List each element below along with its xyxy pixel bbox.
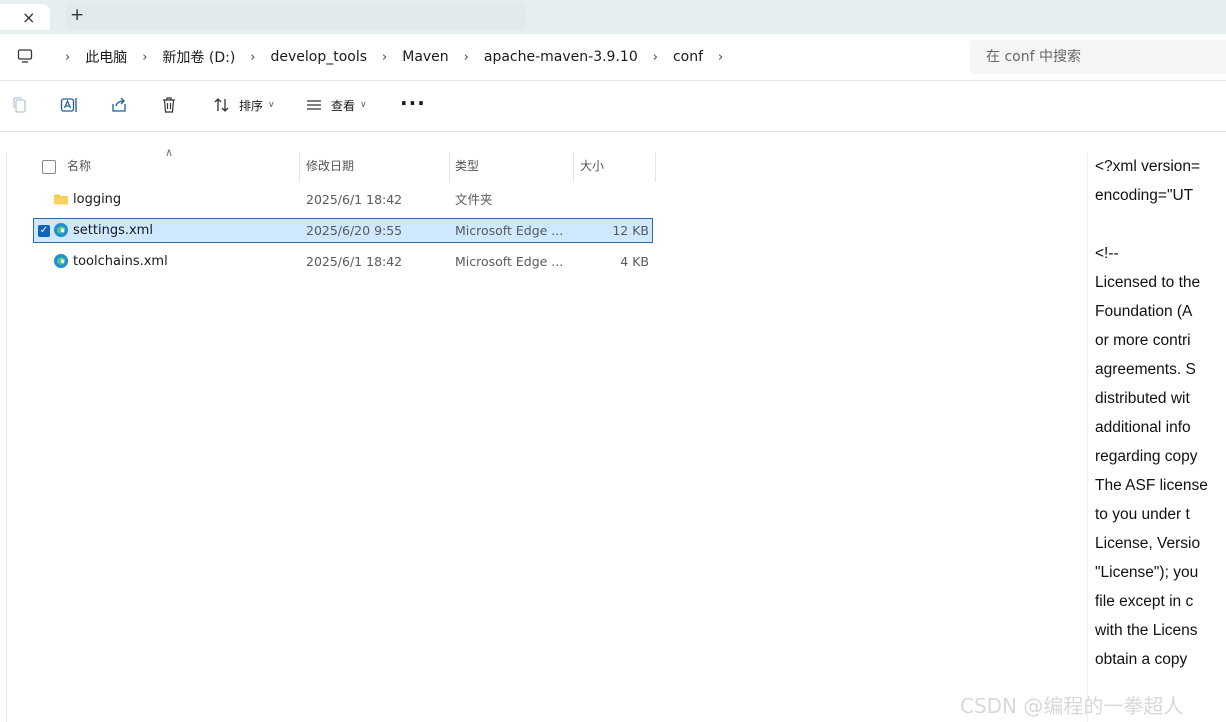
rename-icon bbox=[60, 96, 78, 114]
edge-icon bbox=[53, 222, 69, 242]
chevron-right-icon[interactable]: › bbox=[142, 50, 147, 65]
checkbox[interactable] bbox=[42, 160, 56, 174]
column-divider[interactable] bbox=[573, 152, 574, 182]
share-icon bbox=[110, 96, 128, 114]
select-all-checkbox[interactable] bbox=[42, 160, 56, 174]
chevron-right-icon[interactable]: › bbox=[653, 50, 658, 65]
tab-current[interactable]: × bbox=[0, 4, 50, 30]
chevron-right-icon[interactable]: › bbox=[382, 50, 387, 65]
edge-icon bbox=[53, 253, 69, 273]
preview-line: or more contri bbox=[1095, 332, 1191, 349]
breadcrumb-item-maven[interactable]: Maven bbox=[402, 49, 448, 65]
preview-pane[interactable]: <?xml version= encoding="UT <!-- License… bbox=[1087, 152, 1226, 722]
column-divider[interactable] bbox=[299, 152, 300, 182]
column-header-type[interactable]: 类型 bbox=[455, 152, 479, 182]
chevron-down-icon: ∨ bbox=[268, 100, 275, 110]
sort-ascending-icon: ∧ bbox=[165, 146, 174, 159]
computer-icon[interactable] bbox=[17, 48, 33, 68]
column-header-row: ∧ 名称 修改日期 类型 大小 bbox=[20, 146, 660, 182]
preview-line: Foundation (A bbox=[1095, 303, 1193, 320]
preview-line: regarding copy bbox=[1095, 448, 1198, 465]
tab-strip: × + bbox=[0, 0, 1226, 34]
breadcrumb-item-develop-tools[interactable]: develop_tools bbox=[270, 49, 367, 65]
column-divider[interactable] bbox=[449, 152, 450, 182]
chevron-right-icon[interactable]: › bbox=[718, 50, 723, 65]
share-button[interactable] bbox=[110, 96, 128, 114]
file-date: 2025/6/1 18:42 bbox=[306, 192, 403, 207]
file-name: toolchains.xml bbox=[73, 254, 168, 269]
plus-icon: + bbox=[70, 5, 85, 25]
file-date: 2025/6/20 9:55 bbox=[306, 223, 403, 238]
view-button[interactable]: 查看 ∨ bbox=[305, 96, 367, 114]
preview-line: Licensed to the bbox=[1095, 274, 1201, 291]
close-tab-button[interactable]: × bbox=[22, 8, 35, 27]
preview-line: License, Versio bbox=[1095, 535, 1201, 552]
file-type: Microsoft Edge ... bbox=[455, 254, 564, 269]
search-box[interactable] bbox=[970, 40, 1226, 74]
sort-icon bbox=[213, 96, 231, 114]
file-name: logging bbox=[73, 192, 122, 207]
breadcrumb-item-apache-maven[interactable]: apache-maven-3.9.10 bbox=[484, 49, 638, 65]
column-header-name[interactable]: 名称 bbox=[67, 152, 91, 182]
checkbox-checked-icon[interactable]: ✓ bbox=[38, 225, 50, 237]
file-type: 文件夹 bbox=[455, 192, 493, 207]
chevron-right-icon[interactable]: › bbox=[464, 50, 469, 65]
chevron-down-icon: ∨ bbox=[360, 100, 367, 110]
preview-line: <!-- bbox=[1095, 245, 1119, 262]
preview-line: additional info bbox=[1095, 419, 1191, 436]
breadcrumb-item-conf[interactable]: conf bbox=[673, 49, 703, 65]
sort-label: 排序 bbox=[239, 98, 264, 113]
more-options-button[interactable]: ··· bbox=[400, 91, 426, 115]
breadcrumb: › 此电脑 › 新加卷 (D:) › develop_tools › Maven… bbox=[50, 34, 738, 80]
file-size: 4 KB bbox=[620, 254, 649, 269]
preview-line: to you under t bbox=[1095, 506, 1190, 523]
column-divider[interactable] bbox=[655, 152, 656, 182]
column-header-size[interactable]: 大小 bbox=[580, 152, 604, 182]
chevron-right-icon[interactable]: › bbox=[250, 50, 255, 65]
file-row[interactable]: logging 2025/6/1 18:42 文件夹 bbox=[33, 187, 653, 212]
watermark: CSDN @编程的一拳超人 bbox=[960, 694, 1184, 718]
chevron-right-icon[interactable]: › bbox=[65, 50, 70, 65]
view-list-icon bbox=[305, 96, 323, 114]
preview-line: file except in c bbox=[1095, 593, 1194, 610]
command-bar: 排序 ∨ 查看 ∨ ··· bbox=[0, 81, 1226, 132]
preview-line: "License"); you bbox=[1095, 564, 1199, 581]
search-input[interactable] bbox=[984, 48, 1208, 66]
rename-button[interactable] bbox=[60, 96, 78, 114]
preview-line: agreements. S bbox=[1095, 361, 1196, 378]
copy-icon bbox=[11, 96, 29, 114]
file-row-selected[interactable]: ✓ settings.xml 2025/6/20 9:55 Microsoft … bbox=[33, 218, 653, 243]
file-date: 2025/6/1 18:42 bbox=[306, 254, 403, 269]
sort-button[interactable]: 排序 ∨ bbox=[213, 96, 275, 114]
file-name: settings.xml bbox=[73, 223, 153, 238]
preview-line: <?xml version= bbox=[1095, 158, 1201, 175]
file-type: Microsoft Edge ... bbox=[455, 223, 564, 238]
column-header-date[interactable]: 修改日期 bbox=[306, 152, 354, 182]
preview-line: encoding="UT bbox=[1095, 187, 1194, 204]
file-row[interactable]: toolchains.xml 2025/6/1 18:42 Microsoft … bbox=[33, 249, 653, 274]
file-list: ∧ 名称 修改日期 类型 大小 logging 2025/6/1 18:42 文… bbox=[20, 146, 660, 269]
trash-icon bbox=[160, 96, 178, 114]
breadcrumb-item-this-pc[interactable]: 此电脑 bbox=[85, 47, 127, 67]
address-bar: › 此电脑 › 新加卷 (D:) › develop_tools › Maven… bbox=[0, 34, 1226, 81]
file-size: 12 KB bbox=[612, 223, 649, 238]
preview-line: distributed wit bbox=[1095, 390, 1190, 407]
new-tab-button[interactable]: + bbox=[66, 4, 526, 30]
preview-line: The ASF license bbox=[1095, 477, 1208, 494]
delete-button[interactable] bbox=[160, 96, 178, 114]
copy-button[interactable] bbox=[11, 96, 29, 114]
navigation-pane-edge bbox=[0, 152, 7, 722]
preview-line: with the Licens bbox=[1095, 622, 1198, 639]
view-label: 查看 bbox=[331, 98, 356, 113]
preview-line: obtain a copy bbox=[1095, 651, 1188, 668]
breadcrumb-item-drive-d[interactable]: 新加卷 (D:) bbox=[162, 47, 235, 67]
folder-icon bbox=[53, 191, 69, 211]
